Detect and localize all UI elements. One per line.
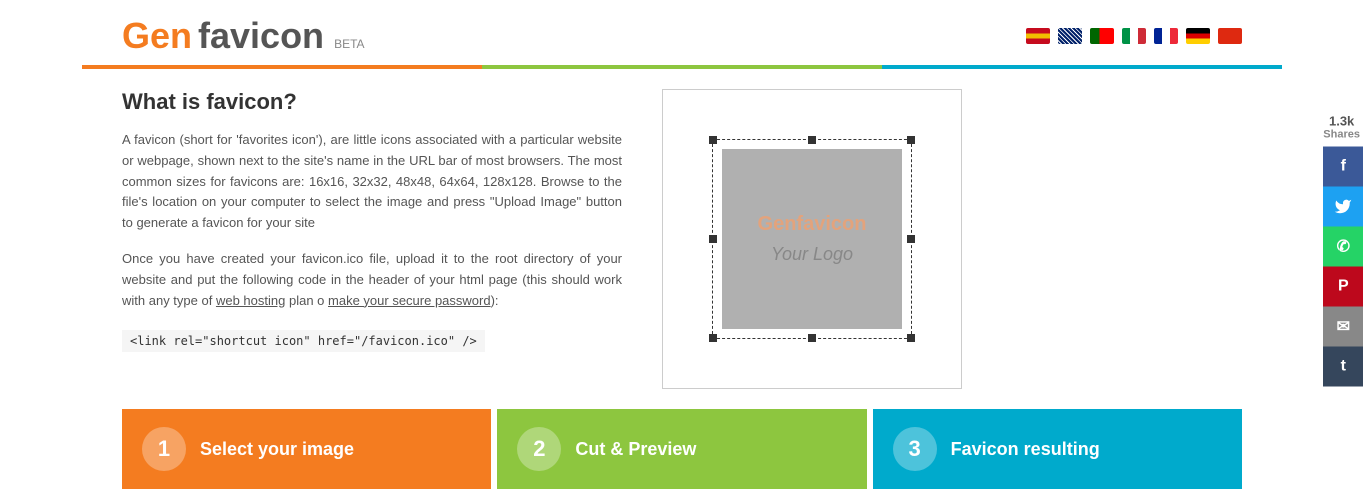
- social-whatsapp-button[interactable]: ✆: [1323, 227, 1363, 267]
- step-3-button[interactable]: 3 Favicon resulting: [873, 409, 1242, 489]
- logo-favicon: favicon: [198, 15, 324, 57]
- flag-german[interactable]: [1186, 28, 1210, 44]
- crop-handle-ml[interactable]: [709, 235, 717, 243]
- crop-handle-tm[interactable]: [808, 136, 816, 144]
- step-1-label: Select your image: [200, 439, 354, 460]
- social-sidebar: 1.3k Shares f ✆ P ✉ t: [1323, 114, 1364, 387]
- language-selector: [1026, 28, 1242, 44]
- crop-handle-br[interactable]: [907, 334, 915, 342]
- social-tumblr-button[interactable]: t: [1323, 347, 1363, 387]
- crop-handle-tr[interactable]: [907, 136, 915, 144]
- para2-end: ):: [491, 293, 499, 308]
- link-password[interactable]: make your secure password: [328, 293, 491, 308]
- page-title: What is favicon?: [122, 89, 622, 115]
- paragraph-1: A favicon (short for 'favorites icon'), …: [122, 130, 622, 234]
- crop-box[interactable]: [712, 139, 912, 339]
- paragraph-2: Once you have created your favicon.ico f…: [122, 249, 622, 311]
- nav-orange: [82, 65, 482, 69]
- image-preview: Genfavicon Your Logo: [662, 89, 962, 389]
- social-email-button[interactable]: ✉: [1323, 307, 1363, 347]
- flag-english[interactable]: [1058, 28, 1082, 44]
- flag-italian[interactable]: [1122, 28, 1146, 44]
- code-snippet: <link rel="shortcut icon" href="/favicon…: [122, 330, 485, 352]
- step-3-label: Favicon resulting: [951, 439, 1100, 460]
- crop-handle-bm[interactable]: [808, 334, 816, 342]
- text-section: What is favicon? A favicon (short for 'f…: [122, 89, 622, 389]
- crop-handle-mr[interactable]: [907, 235, 915, 243]
- step-3-circle: 3: [893, 427, 937, 471]
- social-facebook-button[interactable]: f: [1323, 147, 1363, 187]
- flag-chinese[interactable]: [1218, 28, 1242, 44]
- step-2-label: Cut & Preview: [575, 439, 696, 460]
- logo[interactable]: Genfavicon BETA: [122, 15, 365, 57]
- social-twitter-button[interactable]: [1323, 187, 1363, 227]
- steps-bar: 1 Select your image 2 Cut & Preview 3 Fa…: [82, 409, 1282, 489]
- logo-beta: BETA: [334, 37, 364, 51]
- flag-french[interactable]: [1154, 28, 1178, 44]
- link-web-hosting[interactable]: web hosting: [216, 293, 285, 308]
- flag-portuguese[interactable]: [1090, 28, 1114, 44]
- nav-green: [482, 65, 882, 69]
- nav-bar: [82, 65, 1282, 69]
- social-pinterest-button[interactable]: P: [1323, 267, 1363, 307]
- crop-handle-bl[interactable]: [709, 334, 717, 342]
- nav-blue: [882, 65, 1282, 69]
- share-label: Shares: [1323, 129, 1360, 141]
- step-1-button[interactable]: 1 Select your image: [122, 409, 491, 489]
- share-number: 1.3k: [1323, 114, 1360, 129]
- share-count: 1.3k Shares: [1323, 114, 1364, 141]
- crop-handle-tl[interactable]: [709, 136, 717, 144]
- logo-gen: Gen: [122, 15, 192, 57]
- flag-spanish[interactable]: [1026, 28, 1050, 44]
- step-2-circle: 2: [517, 427, 561, 471]
- step-2-button[interactable]: 2 Cut & Preview: [497, 409, 866, 489]
- step-1-circle: 1: [142, 427, 186, 471]
- preview-inner: Genfavicon Your Logo: [702, 129, 922, 349]
- para2-middle: plan o: [289, 293, 324, 308]
